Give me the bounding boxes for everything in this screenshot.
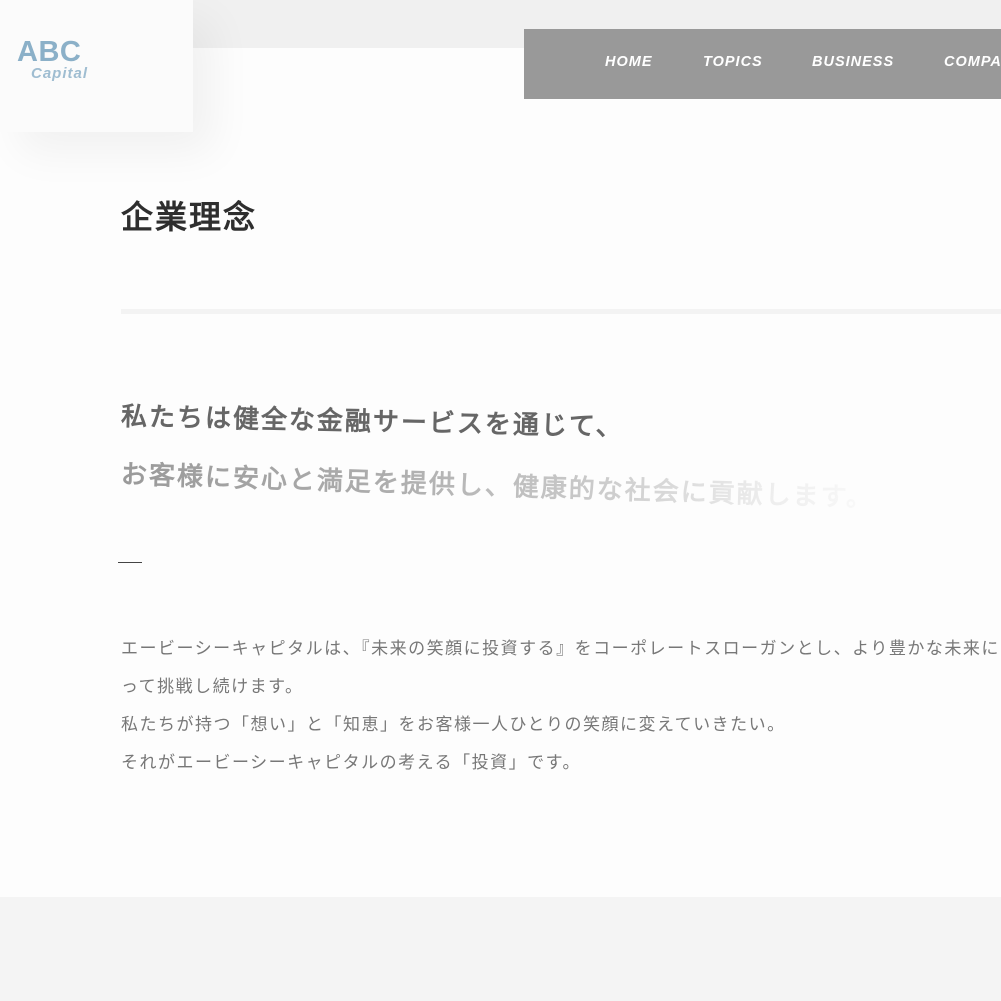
nav-item-company[interactable]: COMPANY <box>944 55 1001 70</box>
logo[interactable]: ABC Capital <box>0 0 193 132</box>
logo-abc-text: ABC <box>17 36 82 68</box>
philosophy-body: エービーシーキャピタルは、『未来の笑顔に投資する』をコーポレートスローガンとし、… <box>121 630 1001 782</box>
nav-item-home[interactable]: HOME <box>605 55 653 70</box>
short-divider <box>118 562 142 563</box>
page-title: 企業理念 <box>121 198 258 237</box>
body-line-1: エービーシーキャピタルは、『未来の笑顔に投資する』をコーポレートスローガンとし、… <box>121 639 1001 659</box>
body-line-3: 私たちが持つ「想い」と「知恵」をお客様一人ひとりの笑顔に変えていきたい。 <box>121 715 786 735</box>
nav-item-topics[interactable]: TOPICS <box>703 55 763 70</box>
body-line-4: それがエービーシーキャピタルの考える「投資」です。 <box>121 753 581 773</box>
main-nav: HOME TOPICS BUSINESS COMPANY <box>524 29 1001 99</box>
section-divider <box>121 309 1001 314</box>
nav-item-business[interactable]: BUSINESS <box>812 55 894 70</box>
logo-capital-text: Capital <box>31 65 89 82</box>
body-line-2: って挑戦し続けます。 <box>121 677 304 697</box>
